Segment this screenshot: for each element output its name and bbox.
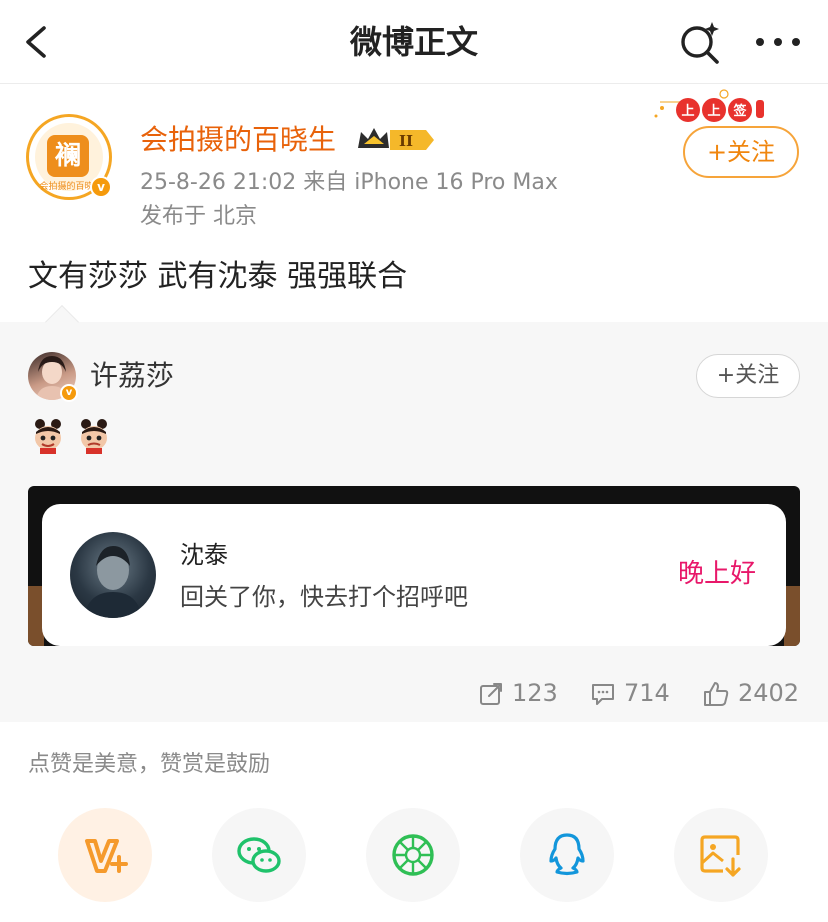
author-name[interactable]: 会拍摄的百晓生 bbox=[140, 120, 336, 160]
qq-share-button[interactable] bbox=[520, 808, 614, 902]
post-text: 文有莎莎 武有沈泰 强强联合 bbox=[28, 259, 408, 294]
post-location: 发布于 北京 bbox=[140, 204, 257, 229]
vip-reward-button[interactable] bbox=[58, 808, 152, 902]
vip-level-crown-icon: II bbox=[358, 128, 434, 150]
image-wood-right bbox=[784, 586, 800, 646]
repost-count-value: 123 bbox=[512, 679, 558, 707]
like-count[interactable]: 2402 bbox=[702, 676, 799, 710]
card-avatar bbox=[70, 532, 156, 618]
wechat-share-button[interactable] bbox=[212, 808, 306, 902]
more-dots-icon[interactable] bbox=[752, 20, 804, 64]
svg-text:上: 上 bbox=[707, 104, 720, 119]
repost-verified-badge-icon: v bbox=[60, 384, 78, 402]
comment-count[interactable]: 714 bbox=[590, 676, 670, 710]
image-download-icon bbox=[700, 835, 741, 877]
avatar-logo: 襕 bbox=[47, 135, 89, 177]
qq-penguin-icon bbox=[549, 833, 585, 876]
portrait-icon bbox=[84, 546, 142, 618]
thumbs-up-icon bbox=[704, 682, 729, 706]
card-description: 回关了你，快去打个招呼吧 bbox=[180, 583, 468, 611]
verified-badge-icon: v bbox=[90, 176, 112, 198]
v-plus-icon bbox=[85, 839, 128, 873]
repost-block[interactable]: v 许荔莎 +关注 沈泰 回关了你，快去打个招呼吧 晚上好 123 714 24… bbox=[0, 305, 828, 722]
nav-bar: 微博正文 bbox=[0, 0, 828, 84]
share-icon bbox=[480, 683, 502, 705]
svg-text:II: II bbox=[399, 132, 413, 150]
repost-notch bbox=[45, 305, 79, 339]
comment-icon bbox=[592, 684, 614, 705]
wechat-icon bbox=[237, 837, 281, 873]
comment-count-value: 714 bbox=[624, 679, 670, 707]
card-name: 沈泰 bbox=[180, 541, 228, 569]
search-sparkle-icon[interactable] bbox=[676, 18, 724, 66]
svg-text:签: 签 bbox=[732, 103, 747, 119]
moments-share-button[interactable] bbox=[366, 808, 460, 902]
nezha-emoji-icon bbox=[81, 419, 107, 454]
save-image-button[interactable] bbox=[674, 808, 768, 902]
festive-badge-icon: 上 上 签 bbox=[654, 89, 764, 122]
card-greeting: 晚上好 bbox=[677, 559, 756, 589]
repost-count[interactable]: 123 bbox=[478, 676, 558, 710]
svg-text:上: 上 bbox=[681, 104, 694, 119]
follow-back-card: 沈泰 回关了你，快去打个招呼吧 晚上好 bbox=[42, 504, 786, 646]
aperture-icon bbox=[392, 834, 434, 876]
follow-button[interactable]: +关注 bbox=[683, 126, 799, 178]
post-meta: 25-8-26 21:02 来自 iPhone 16 Pro Max bbox=[140, 170, 558, 195]
like-count-value: 2402 bbox=[738, 679, 800, 707]
reward-text: 点赞是美意，赞赏是鼓励 bbox=[28, 752, 271, 777]
repost-follow-button[interactable]: +关注 bbox=[696, 354, 800, 398]
nezha-emoji-icon bbox=[35, 419, 61, 454]
repost-author-name[interactable]: 许荔莎 bbox=[90, 356, 174, 396]
